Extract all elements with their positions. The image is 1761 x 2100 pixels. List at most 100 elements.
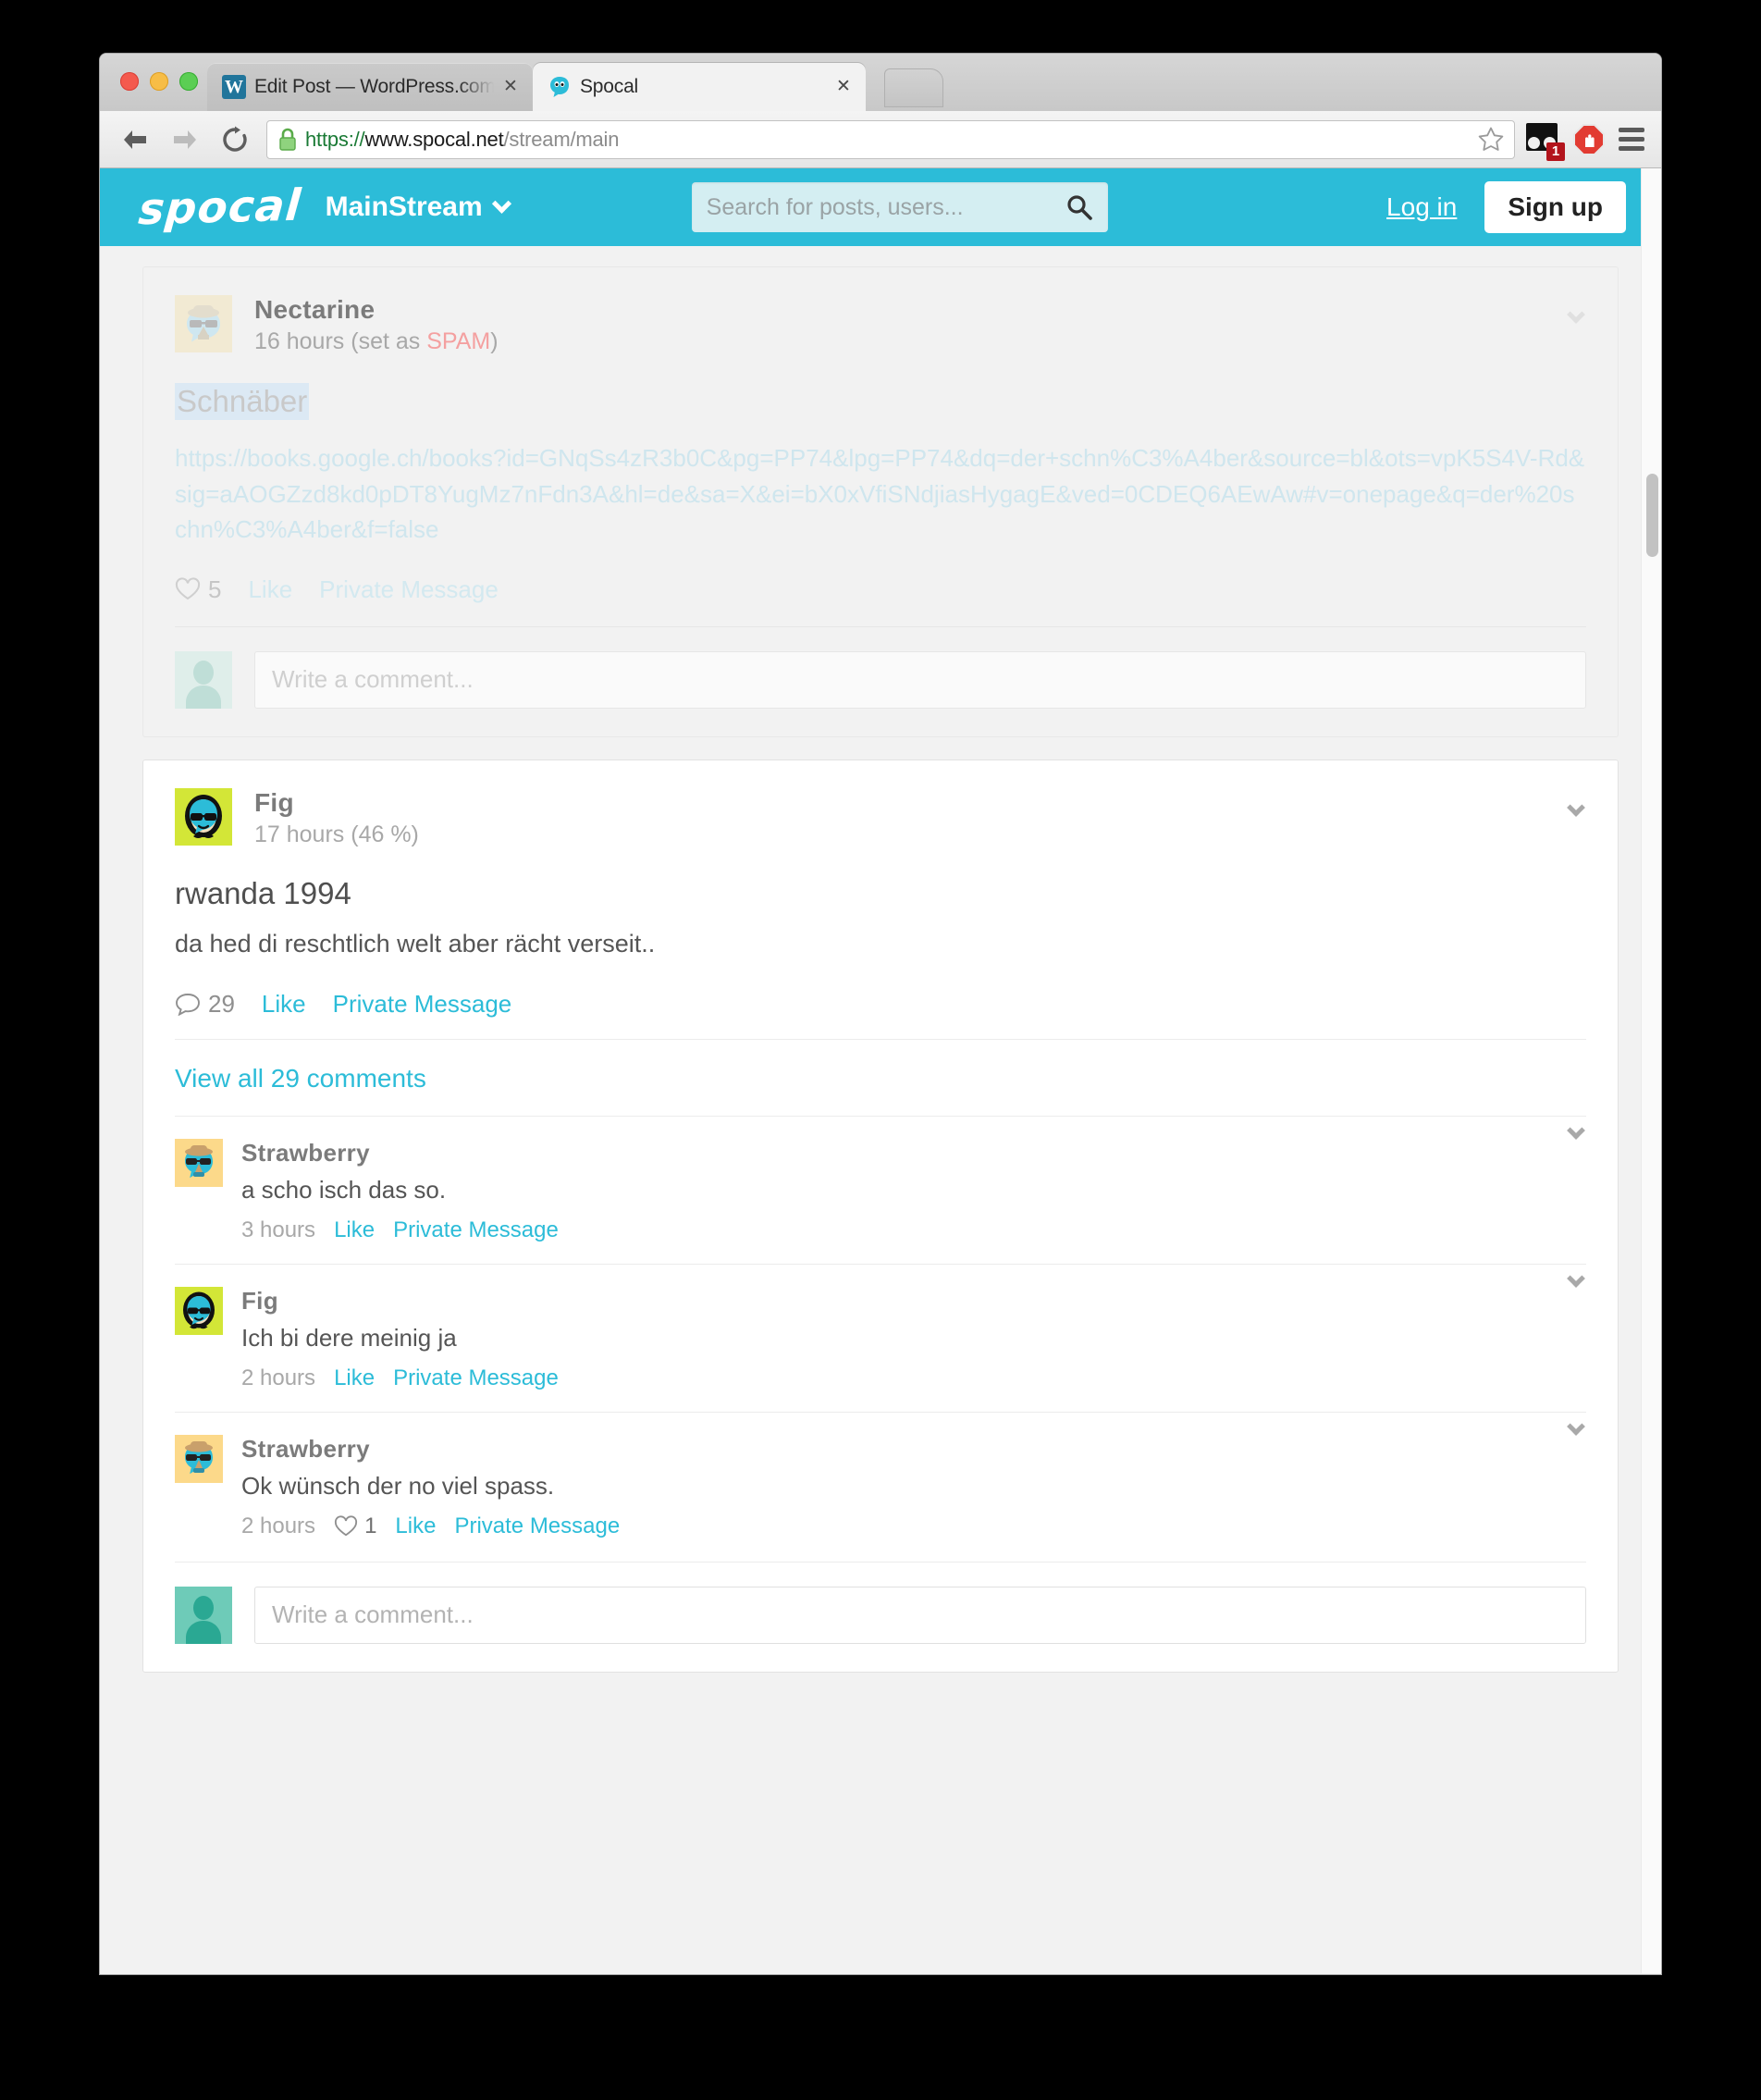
post-actions: 5 Like Private Message [175,575,1586,624]
comment-timestamp: 3 hours [241,1217,316,1242]
signup-button[interactable]: Sign up [1484,181,1626,233]
view-all-comments-link[interactable]: View all 29 comments [175,1040,1586,1116]
close-window-button[interactable] [120,72,139,91]
search-input[interactable] [706,193,1065,221]
scrollbar-thumb[interactable] [1646,474,1658,557]
private-message-button[interactable]: Private Message [333,990,512,1019]
minimize-window-button[interactable] [150,72,168,91]
address-bar[interactable]: https://www.spocal.net/stream/main [266,119,1515,159]
comment-options-chevron-icon[interactable] [1567,1269,1585,1288]
comment-author[interactable]: Fig [241,1287,1586,1316]
new-tab-button[interactable] [884,68,943,107]
post-actions: 29 Like Private Message [175,990,1586,1039]
page-scrollbar[interactable] [1641,168,1661,1973]
like-button[interactable]: Like [334,1217,375,1243]
reload-icon[interactable] [215,119,255,160]
post-title: Schnäber [175,383,310,421]
comment-input[interactable] [254,1586,1586,1644]
status-prefix: (set as [351,328,427,355]
tab-spocal[interactable]: Spocal ✕ [533,63,866,111]
private-message-button[interactable]: Private Message [319,575,499,604]
auth-actions: Log in Sign up [1386,181,1626,233]
browser-toolbar: https://www.spocal.net/stream/main 1 [100,111,1661,168]
comment-text: Ich bi dere meinig ja [241,1323,457,1352]
post-timestamp: 16 hours (set as SPAM) [254,328,499,355]
strawberry-avatar[interactable] [175,1434,223,1483]
fig-avatar[interactable] [175,1286,223,1335]
spocal-logo[interactable]: spocal [137,179,303,235]
like-count: 5 [175,575,221,604]
post-header: Fig 17 hours (46 %) [175,787,1586,848]
maximize-window-button[interactable] [179,72,198,91]
comment-text: a scho isch das so. [241,1175,447,1204]
comment-text: Ok wünsch der no viel spass. [241,1471,555,1500]
post-author[interactable]: Nectarine [254,295,499,325]
post-options-chevron-icon[interactable] [1567,797,1585,817]
nectarine-avatar[interactable] [175,295,232,352]
post-header: Nectarine 16 hours (set as SPAM) [175,295,1586,355]
comment-like-count: 1 [334,1513,376,1539]
tab-wordpress[interactable]: W Edit Post — WordPress.com ✕ [207,63,533,111]
spocal-icon [548,75,572,99]
post-options-chevron-icon[interactable] [1567,305,1585,324]
tab-close-icon[interactable]: ✕ [499,76,522,98]
post-card-fig: Fig 17 hours (46 %) rwanda 1994 da hed d… [142,759,1619,1673]
post-meta: Nectarine 16 hours (set as SPAM) [254,295,499,355]
like-button[interactable]: Like [262,990,306,1019]
comment-item: Strawberry a scho isch das so. 3 hours L… [175,1117,1586,1264]
current-user-avatar [175,1586,232,1644]
post-author[interactable]: Fig [254,788,419,818]
login-link[interactable]: Log in [1386,192,1457,222]
extension-icons: 1 [1526,122,1661,161]
spam-badge: SPAM [426,328,491,355]
comment-count-value: 29 [208,989,235,1018]
search-icon[interactable] [1065,193,1093,221]
comment-timestamp: 2 hours [241,1513,316,1538]
private-message-button[interactable]: Private Message [454,1513,620,1539]
tab-close-icon[interactable]: ✕ [832,76,855,98]
extension-badge-count: 1 [1546,142,1565,161]
menu-icon[interactable] [1619,128,1644,151]
window-controls [120,72,198,91]
private-message-button[interactable]: Private Message [393,1365,559,1391]
comment-content: Strawberry a scho isch das so. 3 hours L… [241,1139,1586,1243]
post-link[interactable]: https://books.google.ch/books?id=GNqSs4z… [175,440,1586,547]
forward-icon[interactable] [165,119,205,160]
post-body: da hed di reschtlich welt aber rächt ver… [175,929,656,957]
page-viewport: spocal MainStream Log in Sign up [100,168,1661,1973]
comment-like-count-value: 1 [364,1513,377,1538]
post-meta: Fig 17 hours (46 %) [254,788,419,848]
fig-avatar[interactable] [175,787,232,846]
comment-item: Fig Ich bi dere meinig ja 2 hours Like P… [175,1265,1586,1412]
comment-options-chevron-icon[interactable] [1567,1121,1585,1140]
stream-label: MainStream [325,191,483,222]
like-count-value: 5 [208,574,222,603]
timestamp-value: 17 hours [254,821,345,847]
comment-content: Strawberry Ok wünsch der no viel spass. … [241,1435,1586,1539]
extension-badge-icon[interactable]: 1 [1526,122,1565,161]
comment-meta: 2 hours Like Private Message [241,1365,1586,1391]
site-header: spocal MainStream Log in Sign up [100,168,1661,246]
comment-author[interactable]: Strawberry [241,1435,1586,1464]
like-button[interactable]: Like [395,1513,436,1539]
heart-icon [334,1515,358,1538]
comment-composer [175,625,1586,736]
search-box[interactable] [691,182,1108,232]
adblock-icon[interactable] [1572,123,1606,156]
private-message-button[interactable]: Private Message [393,1217,559,1243]
strawberry-avatar[interactable] [175,1138,223,1187]
comment-author[interactable]: Strawberry [241,1139,1586,1167]
tab-title: Edit Post — WordPress.com [254,76,494,97]
bookmark-star-icon[interactable] [1477,126,1505,153]
timestamp-value: 16 hours [254,328,345,355]
like-button[interactable]: Like [248,575,292,604]
stream-selector[interactable]: MainStream [325,191,511,223]
comment-bubble-icon [175,992,201,1017]
back-icon[interactable] [115,119,155,160]
comment-composer [175,1561,1586,1672]
comment-meta: 2 hours 1 Like Private Message [241,1513,1586,1539]
comment-input[interactable] [254,650,1586,709]
comment-count: 29 [175,990,235,1019]
like-button[interactable]: Like [334,1365,375,1391]
comment-options-chevron-icon[interactable] [1567,1417,1585,1436]
